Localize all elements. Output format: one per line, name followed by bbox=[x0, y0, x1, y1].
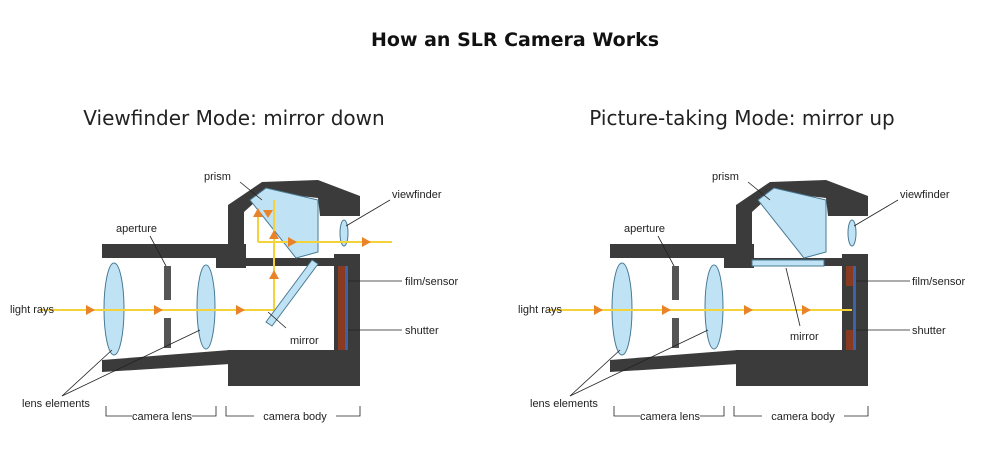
camera-body-shell bbox=[102, 180, 360, 386]
page-title: How an SLR Camera Works bbox=[371, 29, 659, 51]
panel-picture-taking-mode: Picture-taking Mode: mirror up prism vie… bbox=[518, 106, 966, 423]
label-shutter: shutter bbox=[405, 325, 439, 337]
panel-viewfinder-mode: Viewfinder Mode: mirror down prism viewf… bbox=[10, 106, 459, 423]
aperture-blade-bottom bbox=[164, 318, 171, 348]
label-lens-elements: lens elements bbox=[530, 398, 598, 410]
label-shutter: shutter bbox=[912, 325, 946, 337]
label-film-sensor: film/sensor bbox=[405, 276, 459, 288]
film-sensor bbox=[345, 266, 348, 350]
panel-heading: Viewfinder Mode: mirror down bbox=[83, 106, 384, 130]
shutter-bottom bbox=[846, 330, 853, 350]
shutter-top bbox=[846, 266, 853, 286]
panel-heading: Picture-taking Mode: mirror up bbox=[589, 106, 894, 130]
label-mirror: mirror bbox=[790, 331, 819, 343]
lens-element-rear bbox=[196, 264, 216, 350]
label-viewfinder: viewfinder bbox=[900, 189, 950, 201]
shutter bbox=[338, 266, 345, 350]
film-sensor bbox=[853, 266, 856, 350]
slr-diagram: How an SLR Camera Works Viewfinder Mode:… bbox=[10, 29, 966, 423]
aperture-blade-bottom bbox=[672, 318, 679, 348]
label-camera-body: camera body bbox=[771, 411, 835, 423]
label-camera-lens: camera lens bbox=[132, 411, 192, 423]
label-aperture: aperture bbox=[624, 223, 665, 235]
lens-element-rear bbox=[704, 264, 724, 350]
label-prism: prism bbox=[204, 171, 231, 183]
label-camera-lens: camera lens bbox=[640, 411, 700, 423]
label-viewfinder: viewfinder bbox=[392, 189, 442, 201]
label-light-rays: light rays bbox=[518, 304, 563, 316]
label-light-rays: light rays bbox=[10, 304, 55, 316]
label-camera-body: camera body bbox=[263, 411, 327, 423]
label-mirror: mirror bbox=[290, 335, 319, 347]
label-prism: prism bbox=[712, 171, 739, 183]
aperture-blade-top bbox=[164, 266, 171, 300]
mirror bbox=[751, 259, 825, 267]
label-aperture: aperture bbox=[116, 223, 157, 235]
viewfinder-lens bbox=[847, 219, 857, 247]
aperture-blade-top bbox=[672, 266, 679, 300]
label-film-sensor: film/sensor bbox=[912, 276, 966, 288]
camera-body-shell bbox=[610, 180, 868, 386]
label-lens-elements: lens elements bbox=[22, 398, 90, 410]
